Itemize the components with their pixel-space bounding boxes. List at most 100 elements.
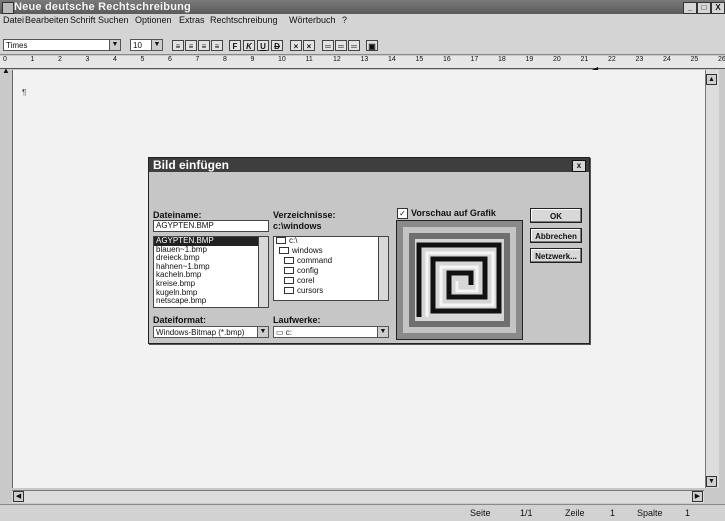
spacing-onehalf-button[interactable]: ═	[335, 40, 347, 51]
ruler-number: 18	[498, 56, 506, 63]
close-button[interactable]: X	[711, 2, 725, 14]
ok-button[interactable]: OK	[530, 208, 582, 223]
scroll-down-icon[interactable]: ▼	[706, 476, 717, 487]
menu-rechtschreibung[interactable]: Rechtschreibung	[210, 15, 278, 25]
chevron-down-icon[interactable]: ▼	[257, 327, 268, 337]
preview-label[interactable]: Vorschau auf Grafik	[411, 208, 496, 218]
ruler-number: 26	[718, 56, 725, 63]
ruler-number: 4	[113, 56, 117, 63]
bold-button[interactable]: F	[229, 40, 241, 51]
drives-label: Laufwerke:	[273, 315, 321, 325]
drive-icon: ▭	[276, 328, 286, 337]
chevron-down-icon[interactable]: ▼	[109, 40, 120, 50]
folder-icon	[284, 257, 294, 265]
dialog-title: Bild einfügen	[153, 158, 229, 172]
folder-icon	[284, 267, 294, 275]
paragraph-mark: ¶	[22, 88, 27, 97]
status-spalte-label: Spalte	[637, 508, 663, 518]
menu-schrift[interactable]: Schrift	[70, 15, 96, 25]
directory-list-scrollbar[interactable]	[378, 237, 388, 300]
directory-item-label: config	[297, 266, 319, 275]
ruler-number: 10	[278, 56, 286, 63]
directory-item[interactable]: corel	[274, 276, 388, 287]
file-format-select[interactable]: Windows-Bitmap (*.bmp) ▼	[153, 326, 269, 338]
scroll-left-icon[interactable]: ◀	[13, 491, 24, 502]
font-size-select[interactable]: 10 ▼	[130, 39, 163, 51]
filename-label: Dateiname:	[153, 210, 202, 220]
justify-button[interactable]: ≡	[211, 40, 223, 51]
italic-button[interactable]: K	[243, 40, 255, 51]
ruler-number: 19	[525, 56, 534, 63]
menu-bearbeiten[interactable]: Bearbeiten	[25, 15, 69, 25]
status-spalte-value: 1	[685, 508, 691, 518]
ruler-number: 13	[360, 56, 369, 63]
file-item[interactable]: netscape.bmp	[154, 297, 268, 306]
ruler-number: 23	[635, 56, 644, 63]
menu-optionen[interactable]: Optionen	[135, 15, 172, 25]
file-format-label: Dateiformat:	[153, 315, 207, 325]
status-zeile-value: 1	[610, 508, 616, 518]
subscript-button[interactable]: ×	[303, 40, 315, 51]
directory-list[interactable]: c:\ windows command config corel cursors	[273, 236, 389, 301]
ruler-number: 17	[470, 56, 479, 63]
insert-picture-dialog: Bild einfügen x Dateiname: AGYPTEN.BMP A…	[148, 157, 590, 344]
menu-datei[interactable]: Datei	[3, 15, 24, 25]
menu-woerterbuch[interactable]: Wörterbuch	[289, 15, 336, 25]
minimize-button[interactable]: _	[683, 2, 697, 14]
status-seite-label: Seite	[470, 508, 491, 518]
superscript-button[interactable]: ×	[290, 40, 302, 51]
ruler-number: 6	[168, 56, 172, 63]
filename-input[interactable]: AGYPTEN.BMP	[153, 220, 269, 232]
ruler-number: 1	[30, 56, 35, 63]
dialog-close-button[interactable]: x	[572, 160, 586, 172]
font-size-value: 10	[133, 41, 142, 50]
file-list[interactable]: AGYPTEN.BMP blauen~1.bmp dreieck.bmp hah…	[153, 236, 269, 308]
font-name-select[interactable]: Times ▼	[3, 39, 121, 51]
underline-button[interactable]: U	[257, 40, 269, 51]
chevron-down-icon[interactable]: ▼	[377, 327, 388, 337]
scroll-right-icon[interactable]: ▶	[692, 491, 703, 502]
ruler-number: 5	[140, 56, 145, 63]
maximize-button[interactable]: □	[697, 2, 711, 14]
scroll-up-icon[interactable]: ▲	[706, 74, 717, 85]
insert-picture-button[interactable]: ▣	[366, 40, 378, 51]
file-list-scrollbar[interactable]	[258, 237, 268, 307]
status-bar	[0, 504, 725, 521]
horizontal-scrollbar[interactable]	[12, 490, 704, 503]
file-format-value: Windows-Bitmap (*.bmp)	[156, 328, 245, 337]
align-right-button[interactable]: ≡	[198, 40, 210, 51]
directories-label: Verzeichnisse:	[273, 210, 336, 220]
folder-icon	[284, 277, 294, 285]
network-button[interactable]: Netzwerk...	[530, 248, 582, 263]
directory-item-label: windows	[292, 246, 323, 255]
ruler-number: 0	[3, 56, 7, 63]
ruler-number: 3	[85, 56, 90, 63]
directory-item[interactable]: cursors	[274, 286, 388, 297]
align-left-button[interactable]: ≡	[172, 40, 184, 51]
app-icon[interactable]	[2, 2, 14, 14]
left-indent-marker[interactable]: ▲	[2, 66, 10, 75]
spacing-single-button[interactable]: ═	[322, 40, 334, 51]
chevron-down-icon[interactable]: ▼	[151, 40, 162, 50]
align-center-button[interactable]: ≡	[185, 40, 197, 51]
vertical-scrollbar[interactable]	[705, 70, 719, 488]
directory-item[interactable]: config	[274, 266, 388, 277]
window-title: Neue deutsche Rechtschreibung	[14, 1, 191, 13]
spacing-double-button[interactable]: ═	[348, 40, 360, 51]
current-directory: c:\windows	[273, 221, 322, 231]
strikethrough-button[interactable]: D	[271, 40, 283, 51]
ruler-number: 24	[663, 56, 671, 63]
directory-item[interactable]: command	[274, 256, 388, 267]
menu-help[interactable]: ?	[342, 15, 347, 25]
drive-select[interactable]: ▭ c: ▼	[273, 326, 389, 338]
ruler-number: 14	[388, 56, 396, 63]
menu-extras[interactable]: Extras	[179, 15, 205, 25]
directory-item-label: c:\	[289, 236, 298, 245]
cancel-button[interactable]: Abbrechen	[530, 228, 582, 243]
ruler-number: 16	[443, 56, 451, 63]
ruler-number: 11	[305, 56, 313, 63]
menu-suchen[interactable]: Suchen	[98, 15, 129, 25]
open-folder-icon	[276, 237, 286, 245]
status-zeile-label: Zeile	[565, 508, 585, 518]
preview-checkbox[interactable]: ✓	[397, 208, 408, 219]
